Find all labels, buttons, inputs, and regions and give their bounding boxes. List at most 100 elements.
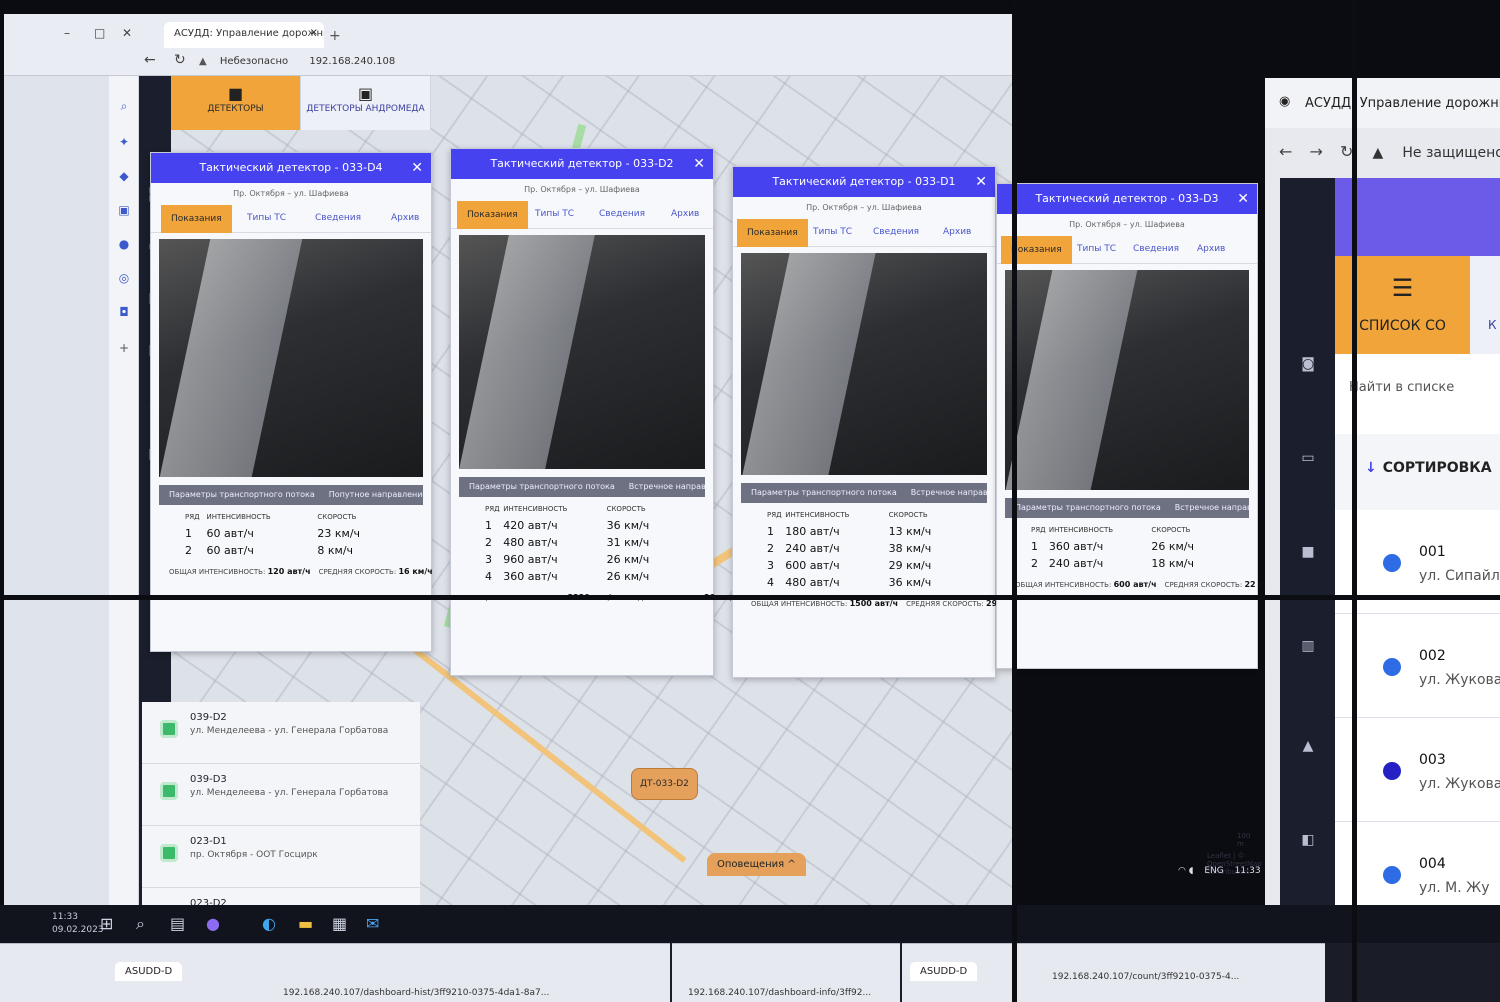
tab-info[interactable]: Сведения: [315, 213, 361, 223]
tab-readings[interactable]: Показания: [737, 219, 808, 247]
tab-info[interactable]: Сведения: [873, 227, 919, 237]
params-direction[interactable]: Попутное направление: [329, 490, 423, 499]
camera-feed[interactable]: [741, 253, 987, 475]
video-icon[interactable]: ■: [1298, 544, 1318, 564]
tab-vehicle-types[interactable]: Типы ТС: [247, 213, 286, 223]
col-intensity: ИНТЕНСИВНОСТЬ: [785, 511, 850, 519]
people-icon[interactable]: ●: [116, 236, 132, 252]
tab-readings[interactable]: Показания: [457, 201, 528, 229]
close-icon[interactable]: ✕: [693, 149, 705, 179]
tab-close-icon[interactable]: ×: [310, 27, 318, 38]
briefcase-icon[interactable]: ▣: [116, 202, 132, 218]
outlook-icon[interactable]: ◘: [116, 304, 132, 320]
table-row: 2 480 авт/ч 31 км/ч: [459, 534, 705, 551]
camera-feed[interactable]: [1005, 270, 1249, 490]
tab-vehicle-types[interactable]: Типы ТС: [813, 227, 852, 237]
bottom-browser-window: ASUDD-D 192.168.240.107/count/3ff9210-03…: [902, 943, 1325, 1002]
maximize-icon[interactable]: □: [94, 26, 105, 40]
wifi-icon[interactable]: ◠: [1178, 866, 1186, 876]
table-row: 2 240 авт/ч 38 км/ч: [741, 540, 987, 557]
cell-speed: 31 км/ч: [606, 536, 650, 549]
camera-icon[interactable]: ◙: [1298, 356, 1318, 376]
total-intensity: 120 авт/ч: [267, 567, 311, 576]
cell-intensity: 480 авт/ч: [503, 536, 558, 549]
volume-icon[interactable]: ◖: [1189, 866, 1194, 876]
address-bar[interactable]: ▲ Небезопасно 192.168.240.108: [199, 52, 989, 72]
close-icon[interactable]: ✕: [1237, 184, 1249, 214]
close-icon[interactable]: ✕: [975, 167, 987, 197]
sparkle-icon[interactable]: ✦: [116, 134, 132, 150]
k-button[interactable]: К: [1470, 256, 1500, 354]
back-icon[interactable]: ←: [144, 52, 156, 68]
params-direction[interactable]: Встречное направление: [629, 482, 705, 491]
detector-popup-033-d4: Тактический детектор - 033-D4 ✕ Пр. Октяб…: [150, 152, 433, 652]
url-text[interactable]: 192.168.240.107/dashboard-info/3ff92...: [688, 988, 871, 998]
close-icon[interactable]: ✕: [411, 153, 423, 183]
list-item[interactable]: 023-D1 пр. Октября - ООТ Госцирк: [142, 826, 420, 888]
road-icon[interactable]: ▲: [1298, 738, 1318, 758]
car-icon[interactable]: ▭: [1298, 450, 1318, 470]
params-direction[interactable]: Встречное направление: [911, 488, 987, 497]
traffic-light-icon[interactable]: ▥: [1298, 638, 1318, 658]
sort-button[interactable]: ↓ СОРТИРОВКА: [1335, 434, 1500, 510]
tab-archive[interactable]: Архив: [391, 213, 419, 223]
list-item[interactable]: 039-D2 ул. Менделеева - ул. Генерала Гор…: [142, 702, 420, 764]
list-item[interactable]: 003 ул. Жукова: [1335, 718, 1500, 822]
list-item-id: 004: [1419, 856, 1446, 872]
tab-readings[interactable]: Показания: [161, 205, 232, 233]
cell-speed: 38 км/ч: [888, 542, 932, 555]
col-lane: РЯД: [767, 511, 782, 519]
tab-vehicle-types[interactable]: Типы ТС: [535, 209, 574, 219]
browser-tab[interactable]: АСУДД: Управление дорожным ×: [164, 22, 324, 48]
params-table: РЯД ИНТЕНСИВНОСТЬ СКОРОСТЬ 1 360 авт/ч 26 км…: [1005, 518, 1249, 572]
new-tab-button[interactable]: +: [329, 28, 341, 44]
url-text[interactable]: 192.168.240.107/count/3ff9210-0375-4...: [1052, 972, 1239, 982]
browser-tab[interactable]: ASUDD-D: [115, 962, 183, 981]
tab-archive[interactable]: Архив: [943, 227, 971, 237]
search-icon[interactable]: ⌕: [136, 914, 145, 934]
assistant-icon[interactable]: ●: [206, 914, 220, 933]
search-icon[interactable]: ⌕: [116, 98, 132, 114]
notifications-button[interactable]: Оповещения ^: [707, 853, 806, 876]
minimize-icon[interactable]: –: [64, 26, 70, 40]
folder-icon[interactable]: ▬: [298, 914, 313, 933]
reload-icon[interactable]: ↻: [174, 52, 186, 68]
tag-icon[interactable]: ◆: [116, 168, 132, 184]
list-item[interactable]: 039-D3 ул. Менделеева - ул. Генерала Гор…: [142, 764, 420, 826]
detector-marker[interactable]: ДТ-033-D2: [631, 768, 698, 800]
params-direction[interactable]: Встречное направление: [1175, 503, 1249, 512]
language-indicator[interactable]: ENG: [1204, 866, 1223, 876]
cell-lane: 2: [767, 542, 774, 555]
windows-start-icon[interactable]: ⊞: [100, 914, 113, 933]
detectors-button[interactable]: ■ ДЕТЕКТОРЫ: [171, 76, 301, 130]
tab-info[interactable]: Сведения: [1133, 244, 1179, 254]
close-window-icon[interactable]: ✕: [122, 26, 132, 40]
browser-tab[interactable]: ASUDD-D: [910, 962, 978, 981]
mail-icon[interactable]: ✉: [366, 914, 379, 933]
col-lane: РЯД: [185, 513, 200, 521]
camera-feed[interactable]: [459, 235, 705, 469]
store-icon[interactable]: ▦: [332, 914, 347, 933]
search-input[interactable]: Найти в списке: [1335, 354, 1500, 434]
tab-archive[interactable]: Архив: [1197, 244, 1225, 254]
popup-location: Пр. Октября – ул. Шафиева: [1069, 220, 1185, 229]
taskbar-clock[interactable]: 11:33 09.02.2023: [52, 911, 104, 937]
right-tab-title[interactable]: АСУДД: Управление дорожным: [1305, 96, 1500, 111]
add-icon[interactable]: +: [116, 340, 132, 356]
tab-info[interactable]: Сведения: [599, 209, 645, 219]
tab-archive[interactable]: Архив: [671, 209, 699, 219]
col-speed: СКОРОСТЬ: [1151, 526, 1191, 534]
tab-vehicle-types[interactable]: Типы ТС: [1077, 244, 1116, 254]
camera-feed[interactable]: [159, 239, 423, 477]
back-icon[interactable]: ←: [1279, 142, 1292, 161]
list-item[interactable]: 002 ул. Жукова: [1335, 614, 1500, 718]
andromeda-detectors-button[interactable]: ▣ ДЕТЕКТОРЫ АНДРОМЕДА: [301, 76, 431, 130]
cell-lane: 2: [485, 536, 492, 549]
vehicle-icon[interactable]: ◧: [1298, 832, 1318, 852]
url-text[interactable]: 192.168.240.107/dashboard-hist/3ff9210-0…: [283, 988, 549, 998]
task-view-icon[interactable]: ▤: [170, 914, 185, 933]
edge-icon[interactable]: ◐: [262, 914, 276, 933]
popup-title: Тактический детектор - 033-D1: [772, 175, 956, 188]
office-icon[interactable]: ◎: [116, 270, 132, 286]
forward-icon[interactable]: →: [1310, 142, 1323, 161]
